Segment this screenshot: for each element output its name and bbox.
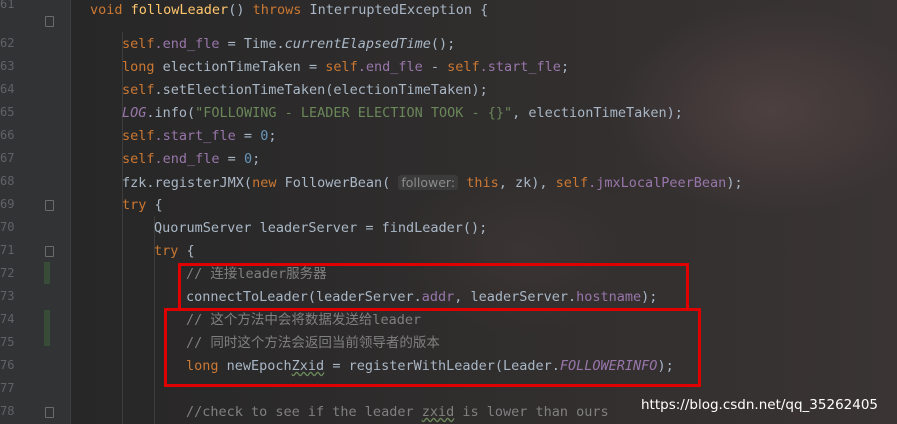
line-number: 62 [0,36,15,50]
code-line[interactable]: fzk.registerJMX(new FollowerBean( follow… [122,171,743,195]
line-gutter[interactable]: 61 62 63 64 65 66 67 68 69 70 71 72 73 7… [0,0,71,424]
line-number: 74 [0,312,15,326]
line-number: 69 [0,197,15,211]
code-line[interactable]: long electionTimeTaken = self.end_fle - … [122,56,569,79]
line-number: 67 [0,151,15,165]
line-number: 66 [0,128,15,142]
code-line[interactable]: void followLeader() throws InterruptedEx… [90,0,488,22]
watermark: https://blog.csdn.net/qq_35262405 [641,397,879,413]
code-line[interactable]: QuorumServer leaderServer = findLeader()… [154,217,487,240]
parameter-hint: follower: [398,175,459,190]
fold-marker-icon[interactable] [45,16,54,27]
highlight-box [178,263,689,311]
highlight-box [164,308,701,387]
line-number: 77 [0,381,15,395]
line-number: 75 [0,335,15,349]
code-line[interactable]: self.start_fle = 0; [122,125,276,148]
line-number: 63 [0,59,15,73]
vcs-change-marker[interactable] [44,310,50,346]
fold-marker-icon[interactable] [45,200,54,211]
line-number: 73 [0,289,15,303]
line-number: 72 [0,266,15,280]
vcs-change-marker[interactable] [44,262,50,284]
line-number: 61 [0,0,15,11]
fold-marker-icon[interactable] [45,407,54,418]
code-line[interactable]: LOG.info("FOLLOWING - LEADER ELECTION TO… [122,102,683,125]
code-line[interactable]: self.setElectionTimeTaken(electionTimeTa… [122,79,488,102]
code-line[interactable]: try { [122,194,163,217]
line-number: 71 [0,243,15,257]
code-line[interactable]: //check to see if the leader zxid is low… [186,401,609,424]
code-line[interactable]: try { [154,240,195,263]
line-number: 68 [0,174,15,188]
line-number: 65 [0,105,15,119]
line-number: 78 [0,404,15,418]
fold-marker-icon[interactable] [45,246,54,257]
line-number: 64 [0,82,15,96]
code-line[interactable]: self.end_fle = 0; [122,148,260,171]
line-number: 70 [0,220,15,234]
code-line[interactable]: self.end_fle = Time.currentElapsedTime()… [122,33,455,56]
line-number: 76 [0,358,15,372]
